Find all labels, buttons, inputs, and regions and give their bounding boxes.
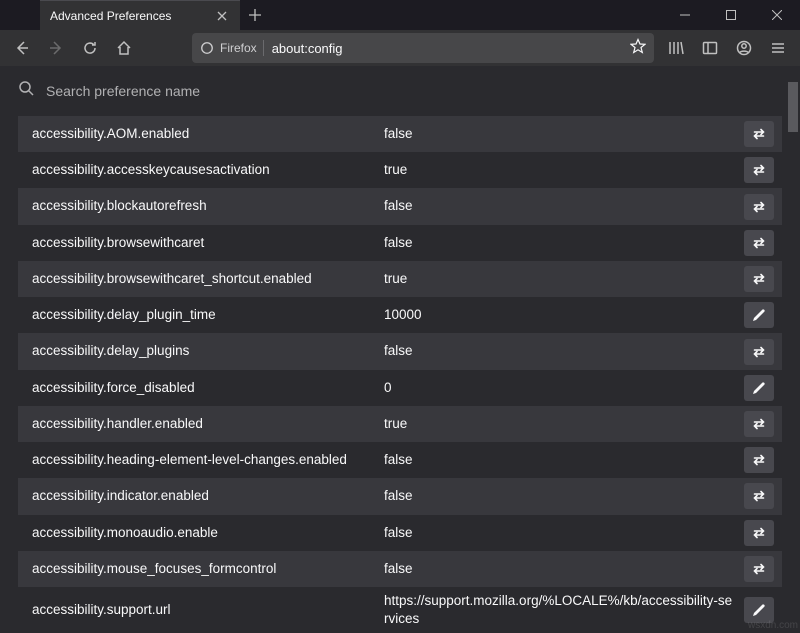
search-icon	[18, 80, 34, 101]
preference-name[interactable]: accessibility.delay_plugins	[32, 342, 384, 360]
preference-value[interactable]: false	[384, 524, 744, 542]
preference-row: accessibility.support.urlhttps://support…	[18, 587, 782, 633]
preference-name[interactable]: accessibility.accesskeycausesactivation	[32, 161, 384, 179]
bookmark-star-icon[interactable]	[630, 38, 646, 59]
sidebar-button[interactable]	[694, 32, 726, 64]
preference-name[interactable]: accessibility.delay_plugin_time	[32, 306, 384, 324]
preference-name[interactable]: accessibility.AOM.enabled	[32, 125, 384, 143]
preference-name[interactable]: accessibility.heading-element-level-chan…	[32, 451, 384, 469]
edit-icon[interactable]	[744, 375, 774, 401]
window-maximize-button[interactable]	[708, 0, 754, 30]
preference-row: accessibility.force_disabled0	[18, 370, 782, 406]
preference-row: accessibility.blockautorefreshfalse	[18, 188, 782, 224]
url-bar[interactable]: Firefox about:config	[192, 33, 654, 63]
preference-value[interactable]: true	[384, 270, 744, 288]
firefox-icon	[200, 41, 214, 55]
preference-row: accessibility.delay_plugin_time10000	[18, 297, 782, 333]
preference-row: accessibility.accesskeycausesactivationt…	[18, 152, 782, 188]
preference-row: accessibility.handler.enabledtrue	[18, 406, 782, 442]
preference-name[interactable]: accessibility.browsewithcaret	[32, 234, 384, 252]
preference-value[interactable]: true	[384, 161, 744, 179]
preference-value[interactable]: false	[384, 125, 744, 143]
preference-value[interactable]: true	[384, 415, 744, 433]
window-close-button[interactable]	[754, 0, 800, 30]
preference-row: accessibility.monoaudio.enablefalse	[18, 515, 782, 551]
window-controls: Advanced Preferences	[0, 0, 800, 30]
new-tab-button[interactable]	[240, 0, 270, 30]
window-minimize-button[interactable]	[662, 0, 708, 30]
identity-box[interactable]: Firefox	[200, 41, 257, 55]
preference-row: accessibility.mouse_focuses_formcontrolf…	[18, 551, 782, 587]
toggle-icon[interactable]	[744, 411, 774, 437]
toggle-icon[interactable]	[744, 266, 774, 292]
preference-value[interactable]: https://support.mozilla.org/%LOCALE%/kb/…	[384, 592, 744, 628]
preference-name[interactable]: accessibility.browsewithcaret_shortcut.e…	[32, 270, 384, 288]
preference-name[interactable]: accessibility.mouse_focuses_formcontrol	[32, 560, 384, 578]
preference-row: accessibility.browsewithcaret_shortcut.e…	[18, 261, 782, 297]
preference-value[interactable]: false	[384, 560, 744, 578]
toggle-icon[interactable]	[744, 121, 774, 147]
preference-value[interactable]: false	[384, 487, 744, 505]
preference-row: accessibility.browsewithcaretfalse	[18, 225, 782, 261]
preference-name[interactable]: accessibility.indicator.enabled	[32, 487, 384, 505]
separator	[263, 40, 264, 56]
reload-button[interactable]	[74, 32, 106, 64]
preference-row: accessibility.AOM.enabledfalse	[18, 116, 782, 152]
preference-name[interactable]: accessibility.force_disabled	[32, 379, 384, 397]
content-area: Search preference name accessibility.AOM…	[0, 66, 800, 633]
close-icon[interactable]	[214, 8, 230, 24]
tab-active[interactable]: Advanced Preferences	[40, 0, 240, 30]
back-button[interactable]	[6, 32, 38, 64]
toggle-icon[interactable]	[744, 230, 774, 256]
preference-value[interactable]: 0	[384, 379, 744, 397]
toggle-icon[interactable]	[744, 520, 774, 546]
search-placeholder: Search preference name	[46, 83, 200, 99]
preference-value[interactable]: false	[384, 197, 744, 215]
scrollbar-thumb[interactable]	[788, 82, 798, 132]
edit-icon[interactable]	[744, 302, 774, 328]
toggle-icon[interactable]	[744, 556, 774, 582]
nav-toolbar: Firefox about:config	[0, 30, 800, 66]
preference-name[interactable]: accessibility.blockautorefresh	[32, 197, 384, 215]
preference-name[interactable]: accessibility.handler.enabled	[32, 415, 384, 433]
menu-button[interactable]	[762, 32, 794, 64]
toggle-icon[interactable]	[744, 157, 774, 183]
preference-value[interactable]: false	[384, 234, 744, 252]
home-button[interactable]	[108, 32, 140, 64]
toggle-icon[interactable]	[744, 194, 774, 220]
preference-value[interactable]: 10000	[384, 306, 744, 324]
preference-value[interactable]: false	[384, 342, 744, 360]
preference-row: accessibility.heading-element-level-chan…	[18, 442, 782, 478]
account-button[interactable]	[728, 32, 760, 64]
edit-icon[interactable]	[744, 597, 774, 623]
toggle-icon[interactable]	[744, 447, 774, 473]
preference-name[interactable]: accessibility.support.url	[32, 601, 384, 619]
tab-bar: Advanced Preferences	[40, 0, 270, 30]
library-button[interactable]	[660, 32, 692, 64]
toggle-icon[interactable]	[744, 483, 774, 509]
forward-button[interactable]	[40, 32, 72, 64]
search-row[interactable]: Search preference name	[0, 66, 800, 111]
tab-title: Advanced Preferences	[50, 9, 214, 23]
preference-name[interactable]: accessibility.monoaudio.enable	[32, 524, 384, 542]
toggle-icon[interactable]	[744, 339, 774, 365]
preference-row: accessibility.indicator.enabledfalse	[18, 478, 782, 514]
preference-value[interactable]: false	[384, 451, 744, 469]
url-text: about:config	[272, 41, 630, 56]
preference-row: accessibility.delay_pluginsfalse	[18, 333, 782, 369]
preferences-list: accessibility.AOM.enabledfalseaccessibil…	[18, 116, 782, 633]
identity-label: Firefox	[220, 41, 257, 55]
